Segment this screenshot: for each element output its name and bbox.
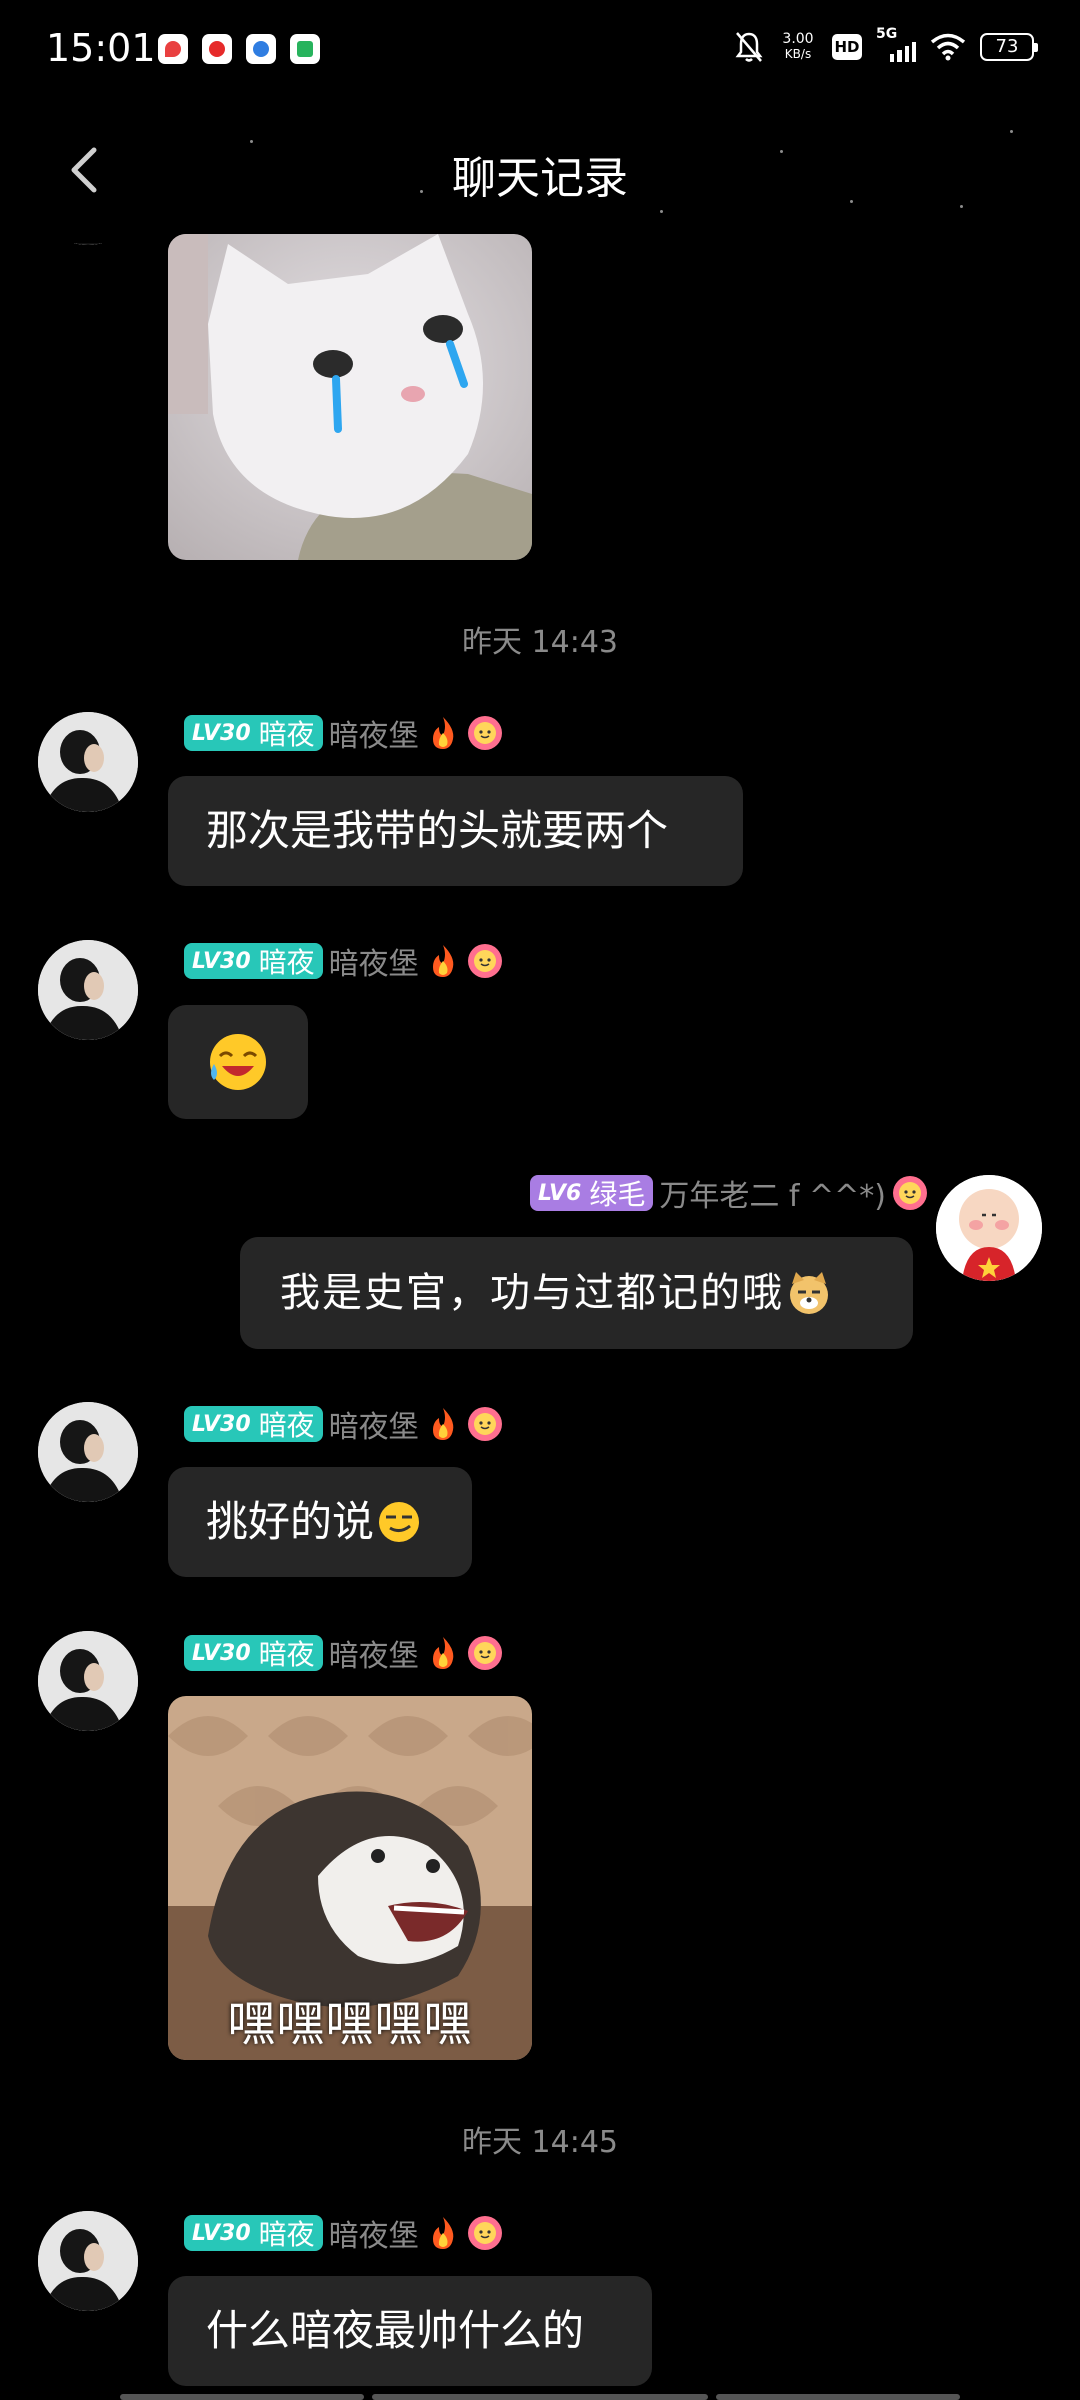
level-number: LV6 bbox=[538, 1180, 582, 1206]
signal-icon: 5G bbox=[876, 26, 916, 62]
play-store-icon bbox=[290, 34, 320, 64]
message-bubble[interactable] bbox=[168, 1005, 308, 1119]
flower-face-icon bbox=[467, 2216, 502, 2250]
flower-face-icon bbox=[467, 944, 502, 978]
sender-info: LV6 绿毛 万年老二 f ^^*) bbox=[530, 1173, 928, 1214]
level-group: 绿毛 bbox=[589, 1178, 646, 1211]
fire-icon bbox=[432, 945, 453, 977]
bottom-indicator-bar bbox=[372, 2394, 708, 2400]
network-speed-value: 3.00 bbox=[782, 31, 814, 47]
message-text: 什么暗夜最帅什么的 bbox=[206, 2306, 585, 2355]
doge-emoji-icon bbox=[790, 1272, 828, 1314]
level-badge: LV30 暗夜 bbox=[184, 1635, 323, 1671]
bottom-indicator-bar bbox=[716, 2394, 960, 2400]
hd-icon: HD bbox=[832, 34, 862, 60]
video-app-icon bbox=[202, 34, 232, 64]
smirk-emoji-icon bbox=[379, 1502, 420, 1542]
message-bubble[interactable]: 什么暗夜最帅什么的 bbox=[168, 2276, 652, 2386]
network-speed-unit: KB/s bbox=[784, 47, 812, 61]
message-bubble[interactable]: 那次是我带的头就要两个 bbox=[168, 776, 743, 886]
message-text: 那次是我带的头就要两个 bbox=[206, 806, 669, 855]
avatar[interactable] bbox=[38, 2211, 138, 2311]
avatar[interactable] bbox=[38, 1631, 138, 1731]
level-number: LV30 bbox=[192, 948, 251, 974]
message-timestamp: 昨天 14:45 bbox=[462, 2125, 618, 2160]
laugh-cry-emoji-icon bbox=[210, 1034, 266, 1090]
sender-nickname: 暗夜堡 bbox=[328, 1639, 419, 1674]
status-bar: 15:01 3.00 KB/s HD 5G 73 bbox=[0, 0, 1080, 100]
map-app-icon bbox=[158, 34, 188, 64]
level-badge: LV30 暗夜 bbox=[184, 1406, 323, 1442]
flower-face-icon bbox=[467, 1407, 502, 1441]
level-number: LV30 bbox=[192, 1411, 251, 1437]
wifi-icon bbox=[930, 33, 966, 61]
sender-nickname: 暗夜堡 bbox=[328, 719, 419, 754]
sender-nickname: 暗夜堡 bbox=[328, 1410, 419, 1445]
avatar[interactable] bbox=[38, 712, 138, 812]
level-group: 暗夜 bbox=[258, 946, 315, 979]
level-badge: LV6 绿毛 bbox=[530, 1175, 654, 1211]
flower-face-icon bbox=[893, 1176, 927, 1210]
message-text: 我是史官，功与过都记的哦 bbox=[280, 1270, 784, 1316]
status-indicators: 3.00 KB/s HD 5G 73 bbox=[734, 26, 1038, 64]
page-title: 聊天记录 bbox=[452, 153, 628, 204]
avatar[interactable] bbox=[38, 1402, 138, 1502]
status-time: 15:01 bbox=[46, 26, 156, 70]
sender-info: LV30 暗夜 暗夜堡 bbox=[184, 1633, 503, 1674]
sender-nickname: 万年老二 f ^^*) bbox=[659, 1179, 886, 1214]
level-group: 暗夜 bbox=[258, 1409, 315, 1442]
sender-info: LV30 暗夜 暗夜堡 bbox=[184, 713, 503, 754]
network-type-label: 5G bbox=[876, 26, 898, 42]
sticker-caption: 嘿嘿嘿嘿嘿 bbox=[227, 1996, 473, 2052]
level-group: 暗夜 bbox=[258, 1638, 315, 1671]
flower-face-icon bbox=[467, 1636, 502, 1670]
fire-icon bbox=[432, 1637, 453, 1669]
level-badge: LV30 暗夜 bbox=[184, 2215, 323, 2251]
message-text: 挑好的说 bbox=[206, 1497, 375, 1546]
level-badge: LV30 暗夜 bbox=[184, 715, 323, 751]
sender-info: LV30 暗夜 暗夜堡 bbox=[184, 1404, 503, 1445]
notification-app-icons bbox=[158, 34, 320, 64]
message-bubble[interactable]: 挑好的说 bbox=[168, 1467, 472, 1577]
crying-cat-sticker[interactable] bbox=[168, 234, 532, 560]
battery-icon: 73 bbox=[980, 33, 1038, 61]
husky-laugh-sticker[interactable]: 嘿嘿嘿嘿嘿 bbox=[168, 1696, 532, 2060]
sender-info: LV30 暗夜 暗夜堡 bbox=[184, 2213, 503, 2254]
browser-app-icon bbox=[246, 34, 276, 64]
flower-face-icon bbox=[467, 716, 502, 750]
avatar[interactable] bbox=[38, 940, 138, 1040]
fire-icon bbox=[432, 1408, 453, 1440]
chat-history-header: 聊天记录 bbox=[0, 120, 1080, 220]
level-badge: LV30 暗夜 bbox=[184, 943, 323, 979]
bottom-indicator-bar bbox=[120, 2394, 364, 2400]
mute-bell-icon bbox=[735, 32, 763, 62]
network-speed: 3.00 KB/s bbox=[778, 32, 818, 62]
message-timestamp: 昨天 14:43 bbox=[462, 625, 618, 660]
sender-info: LV30 暗夜 暗夜堡 bbox=[184, 941, 503, 982]
level-number: LV30 bbox=[192, 1640, 251, 1666]
fire-icon bbox=[432, 2217, 453, 2249]
level-group: 暗夜 bbox=[258, 718, 315, 751]
message-bubble[interactable]: 我是史官，功与过都记的哦 bbox=[240, 1237, 913, 1349]
fire-icon bbox=[432, 717, 453, 749]
sender-nickname: 暗夜堡 bbox=[328, 947, 419, 982]
level-number: LV30 bbox=[192, 720, 251, 746]
sender-nickname: 暗夜堡 bbox=[328, 2219, 419, 2254]
level-group: 暗夜 bbox=[258, 2218, 315, 2251]
level-number: LV30 bbox=[192, 2220, 251, 2246]
avatar[interactable] bbox=[936, 1175, 1042, 1281]
